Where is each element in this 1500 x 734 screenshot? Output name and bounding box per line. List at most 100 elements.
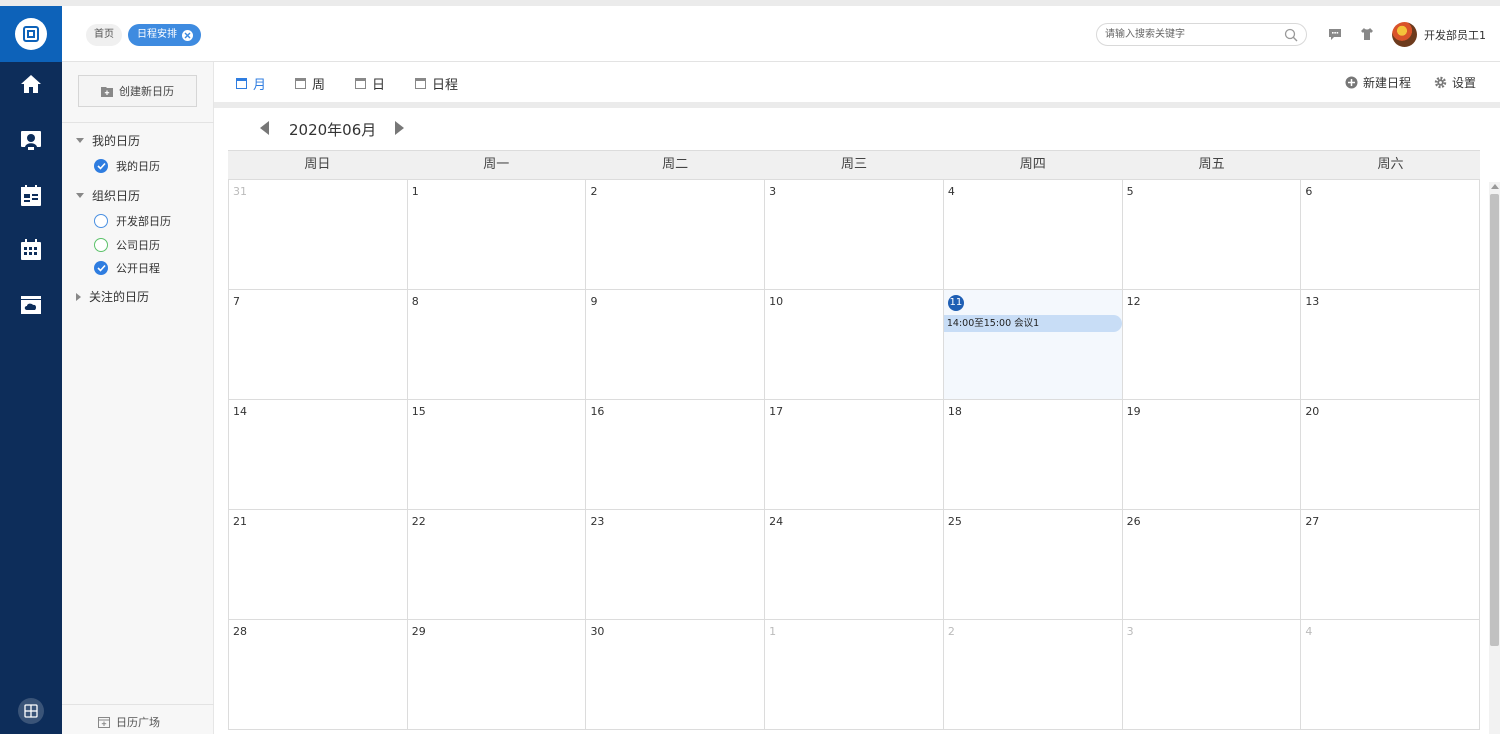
apps-grid-button[interactable] (18, 698, 44, 724)
day-cell[interactable]: 9 (586, 290, 766, 399)
day-cell[interactable]: 4 (943, 180, 1123, 289)
breadcrumb-current-tab[interactable]: 日程安排 (128, 24, 201, 46)
day-number: 12 (1126, 295, 1141, 308)
group-org-calendars[interactable]: 组织日历 (76, 187, 140, 204)
day-cell[interactable]: 19 (1122, 400, 1302, 509)
day-cell[interactable]: 4 (1301, 620, 1481, 729)
view-week-button[interactable]: 周 (295, 74, 325, 93)
unchecked-icon[interactable] (94, 238, 108, 252)
group-label: 我的日历 (92, 134, 141, 148)
day-cell[interactable]: 15 (407, 400, 587, 509)
calendar-item-company[interactable]: 公司日历 (94, 237, 160, 253)
scroll-up-icon[interactable] (1491, 184, 1499, 189)
app-logo[interactable] (0, 6, 62, 62)
day-cell[interactable]: 6 (1301, 180, 1481, 289)
group-followed-calendars[interactable]: 关注的日历 (76, 288, 149, 305)
day-number: 10 (769, 295, 784, 308)
search-input[interactable] (1105, 26, 1275, 43)
day-cell[interactable]: 24 (765, 510, 944, 619)
new-event-button[interactable]: 新建日程 (1345, 74, 1411, 91)
checked-icon[interactable] (94, 159, 108, 173)
view-label: 日程 (432, 78, 459, 93)
avatar[interactable] (1392, 22, 1417, 47)
day-cell[interactable]: 18 (943, 400, 1123, 509)
day-cell[interactable]: 3 (1122, 620, 1302, 729)
grid-icon (24, 704, 38, 718)
day-cell[interactable]: 7 (229, 290, 408, 399)
view-toolbar: 月 周 日 日程 新建日程 设置 (214, 62, 1500, 102)
plus-circle-icon (1345, 76, 1358, 89)
skin-icon[interactable] (1360, 27, 1374, 41)
create-calendar-button[interactable]: 创建新日历 (78, 75, 197, 107)
checked-icon[interactable] (94, 261, 108, 275)
day-cell[interactable]: 13 (1301, 290, 1481, 399)
view-day-button[interactable]: 日 (355, 74, 385, 93)
day-number: 3 (1126, 625, 1134, 638)
settings-button[interactable]: 设置 (1434, 74, 1476, 91)
day-cell[interactable]: 12 (1122, 290, 1302, 399)
close-icon[interactable] (182, 29, 193, 41)
calendar-icon[interactable] (19, 238, 43, 262)
unchecked-icon[interactable] (94, 214, 108, 228)
day-cell[interactable]: 29 (407, 620, 587, 729)
schedule-board-icon[interactable] (19, 184, 43, 208)
contacts-icon[interactable] (19, 128, 43, 152)
day-cell[interactable]: 8 (407, 290, 587, 399)
message-icon[interactable] (1328, 27, 1342, 41)
day-cell[interactable]: 27 (1301, 510, 1481, 619)
day-cell[interactable]: 31 (229, 180, 408, 289)
prev-month-icon[interactable] (260, 121, 269, 135)
scrollbar-thumb[interactable] (1490, 194, 1499, 646)
day-cell[interactable]: 1 (407, 180, 587, 289)
day-cell[interactable]: 5 (1122, 180, 1302, 289)
weekday-label: 周五 (1198, 157, 1225, 172)
day-cell[interactable]: 10 (765, 290, 944, 399)
group-label: 关注的日历 (89, 290, 150, 304)
day-number: 4 (1305, 625, 1313, 638)
day-cell[interactable]: 25 (943, 510, 1123, 619)
gear-icon (1434, 76, 1447, 89)
calendar-body: 31 1 2 3 4 5 6 7 8 9 10 11 14:00至15:00 会… (228, 180, 1481, 730)
day-number: 16 (590, 405, 605, 418)
next-month-icon[interactable] (395, 121, 404, 135)
day-cell[interactable]: 20 (1301, 400, 1481, 509)
day-cell-today[interactable]: 11 14:00至15:00 会议1 (943, 290, 1123, 399)
day-cell[interactable]: 2 (586, 180, 766, 289)
day-cell[interactable]: 2 (943, 620, 1123, 729)
view-month-button[interactable]: 月 (236, 74, 266, 93)
day-cell[interactable]: 1 (765, 620, 944, 729)
day-cell[interactable]: 28 (229, 620, 408, 729)
day-cell[interactable]: 22 (407, 510, 587, 619)
view-agenda-button[interactable]: 日程 (415, 74, 458, 93)
weekday-label: 周日 (304, 157, 331, 172)
calendar-plaza-label: 日历广场 (116, 716, 160, 729)
day-cell[interactable]: 21 (229, 510, 408, 619)
new-event-label: 新建日程 (1363, 76, 1412, 90)
settings-label: 设置 (1452, 76, 1477, 90)
day-cell[interactable]: 30 (586, 620, 766, 729)
user-name[interactable]: 开发部员工1 (1424, 27, 1486, 43)
calendar-plaza-link[interactable]: 日历广场 (98, 714, 160, 730)
day-number: 31 (233, 185, 247, 198)
calendar-item-label: 公司日历 (116, 239, 160, 252)
day-cell[interactable]: 17 (765, 400, 944, 509)
day-number: 4 (947, 185, 955, 198)
day-number: 28 (233, 625, 247, 638)
search-icon[interactable] (1284, 28, 1298, 42)
day-cell[interactable]: 16 (586, 400, 766, 509)
day-cell[interactable]: 14 (229, 400, 408, 509)
breadcrumb-home[interactable]: 首页 (86, 24, 122, 46)
day-cell[interactable]: 26 (1122, 510, 1302, 619)
calendar-item-mine[interactable]: 我的日历 (94, 158, 160, 174)
create-calendar-label: 创建新日历 (119, 85, 174, 98)
calendar-add-icon (98, 717, 110, 728)
calendar-item-public[interactable]: 公开日程 (94, 260, 160, 276)
home-icon[interactable] (19, 72, 43, 96)
group-my-calendars[interactable]: 我的日历 (76, 132, 140, 149)
day-cell[interactable]: 23 (586, 510, 766, 619)
cloud-drive-icon[interactable] (19, 292, 43, 316)
event-item[interactable]: 14:00至15:00 会议1 (943, 315, 1122, 332)
folder-add-icon (101, 86, 113, 97)
calendar-item-dev-dept[interactable]: 开发部日历 (94, 213, 171, 229)
day-cell[interactable]: 3 (765, 180, 944, 289)
